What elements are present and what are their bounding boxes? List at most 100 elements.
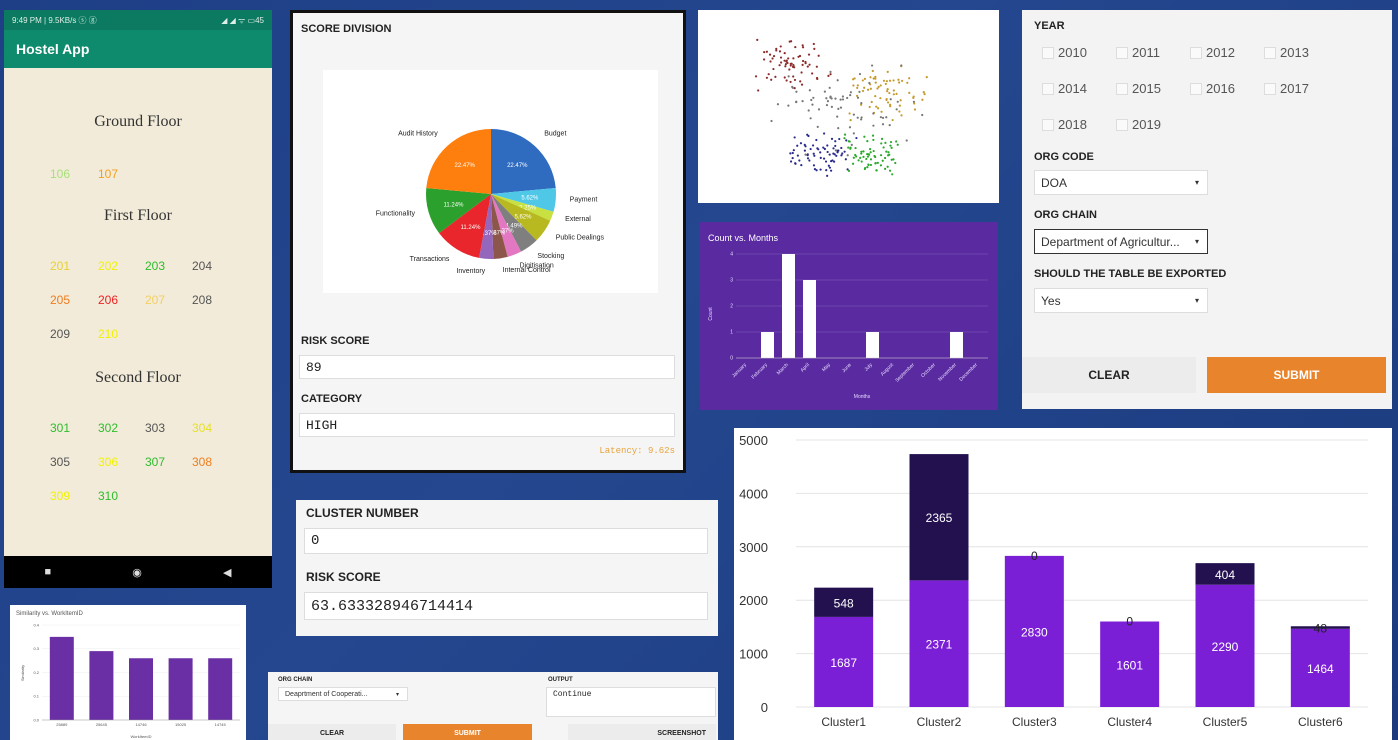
checkbox-box[interactable] xyxy=(1042,82,1054,95)
room-button[interactable]: 107 xyxy=(98,167,118,181)
checkbox-box[interactable] xyxy=(1190,82,1202,95)
output-field[interactable]: Continue xyxy=(546,687,716,717)
scatter-point xyxy=(812,152,815,155)
room-button[interactable]: 207 xyxy=(145,293,165,307)
bottom-submit-button[interactable]: SUBMIT xyxy=(403,724,532,740)
room-button[interactable]: 206 xyxy=(98,293,118,307)
scatter-point xyxy=(833,153,836,156)
chart-title: Count vs. Months xyxy=(708,233,779,243)
bottom-org-chain-select[interactable]: Deaprtment of Cooperati... ▾ xyxy=(278,687,408,701)
submit-button[interactable]: SUBMIT xyxy=(1207,357,1386,393)
year-checkbox[interactable]: 2012 xyxy=(1190,45,1235,60)
year-checkbox[interactable]: 2010 xyxy=(1042,45,1087,60)
room-button[interactable]: 301 xyxy=(50,421,70,435)
year-checkbox[interactable]: 2016 xyxy=(1190,81,1235,96)
bar-value-label: 404 xyxy=(1215,568,1235,582)
y-tick-label: 5000 xyxy=(739,433,768,448)
room-button[interactable]: 205 xyxy=(50,293,70,307)
pie-slice-label: Transactions xyxy=(410,256,450,263)
cluster-number-field[interactable]: 0 xyxy=(304,528,708,554)
scatter-point xyxy=(794,162,797,165)
year-checkbox[interactable]: 2017 xyxy=(1264,81,1309,96)
room-button[interactable]: 201 xyxy=(50,259,70,273)
room-button[interactable]: 304 xyxy=(192,421,212,435)
y-tick-label: 0.0 xyxy=(33,717,39,722)
org-chain-select[interactable]: Department of Agricultur... ▾ xyxy=(1034,229,1208,254)
scatter-point xyxy=(834,97,837,100)
room-button[interactable]: 303 xyxy=(145,421,165,435)
scatter-point xyxy=(866,155,870,158)
scatter-point xyxy=(869,76,872,79)
scatter-point xyxy=(852,84,855,87)
checkbox-box[interactable] xyxy=(1116,118,1128,131)
bar-value-label: 2290 xyxy=(1212,640,1239,654)
year-checkbox[interactable]: 2013 xyxy=(1264,45,1309,60)
cluster-scatter-plot xyxy=(698,10,999,203)
recents-icon[interactable]: ■ xyxy=(45,566,52,578)
scatter-point xyxy=(879,164,883,167)
room-button[interactable]: 310 xyxy=(98,489,118,503)
months-svg: Count vs. Months 0 1 2 3 4 January February Marc… xyxy=(708,233,988,400)
scatter-point xyxy=(880,142,883,145)
clear-button[interactable]: CLEAR xyxy=(1022,357,1196,393)
room-button[interactable]: 208 xyxy=(192,293,212,307)
room-button[interactable]: 306 xyxy=(98,455,118,469)
room-button[interactable]: 305 xyxy=(50,455,70,469)
year-checkbox[interactable]: 2019 xyxy=(1116,117,1161,132)
year-checkbox[interactable]: 2014 xyxy=(1042,81,1087,96)
screenshot-button[interactable]: SCREENSHOT xyxy=(568,724,716,740)
y-tick-label: 0 xyxy=(761,700,768,715)
year-checkbox[interactable]: 2011 xyxy=(1116,45,1160,60)
org-code-select[interactable]: DOA ▾ xyxy=(1034,170,1208,195)
year-checkbox-label: 2015 xyxy=(1132,81,1161,96)
scatter-point xyxy=(837,127,840,130)
scatter-point xyxy=(792,149,795,152)
room-button[interactable]: 203 xyxy=(145,259,165,273)
scatter-point xyxy=(867,153,871,156)
checkbox-box[interactable] xyxy=(1116,46,1128,59)
checkbox-box[interactable] xyxy=(1042,46,1054,59)
room-button[interactable]: 202 xyxy=(98,259,118,273)
scatter-point xyxy=(756,38,759,41)
bottom-clear-button[interactable]: CLEAR xyxy=(268,724,396,740)
room-button[interactable]: 204 xyxy=(192,259,212,273)
y-tick-label: 0.1 xyxy=(33,694,39,699)
risk-score-field[interactable]: 89 xyxy=(299,355,675,379)
pie-slice-label: Inventory xyxy=(456,268,485,275)
room-button[interactable]: 307 xyxy=(145,455,165,469)
scatter-point xyxy=(800,71,803,74)
scatter-point xyxy=(879,154,883,157)
checkbox-box[interactable] xyxy=(1116,82,1128,95)
year-checkbox-label: 2018 xyxy=(1058,117,1087,132)
scatter-point xyxy=(885,98,888,101)
scatter-point xyxy=(779,56,783,59)
pie-slice-label: Public Dealings xyxy=(556,234,605,241)
bar xyxy=(49,636,74,720)
scatter-point xyxy=(838,137,841,141)
back-icon[interactable]: ◀ xyxy=(223,566,231,579)
room-button[interactable]: 209 xyxy=(50,327,70,341)
scatter-point xyxy=(883,156,887,160)
y-tick-label: 0.4 xyxy=(33,622,39,627)
room-button[interactable]: 309 xyxy=(50,489,70,503)
org-code-label: ORG CODE xyxy=(1034,151,1094,163)
org-chain-label: ORG CHAIN xyxy=(1034,209,1097,221)
category-field[interactable]: HIGH xyxy=(299,413,675,437)
room-button[interactable]: 210 xyxy=(98,327,118,341)
scatter-point xyxy=(754,75,758,78)
checkbox-box[interactable] xyxy=(1042,118,1054,131)
room-button[interactable]: 308 xyxy=(192,455,212,469)
scatter-point xyxy=(874,81,877,84)
year-checkbox[interactable]: 2018 xyxy=(1042,117,1087,132)
export-select[interactable]: Yes ▾ xyxy=(1034,288,1208,313)
checkbox-box[interactable] xyxy=(1190,46,1202,59)
scatter-point xyxy=(897,78,900,81)
checkbox-box[interactable] xyxy=(1264,82,1276,95)
room-button[interactable]: 106 xyxy=(50,167,70,181)
year-checkbox[interactable]: 2015 xyxy=(1116,81,1161,96)
cluster-risk-score-field[interactable]: 63.633328946714414 xyxy=(304,592,708,620)
checkbox-box[interactable] xyxy=(1264,46,1276,59)
scatter-point xyxy=(923,92,926,96)
room-button[interactable]: 302 xyxy=(98,421,118,435)
home-icon[interactable]: ◉ xyxy=(132,566,142,579)
